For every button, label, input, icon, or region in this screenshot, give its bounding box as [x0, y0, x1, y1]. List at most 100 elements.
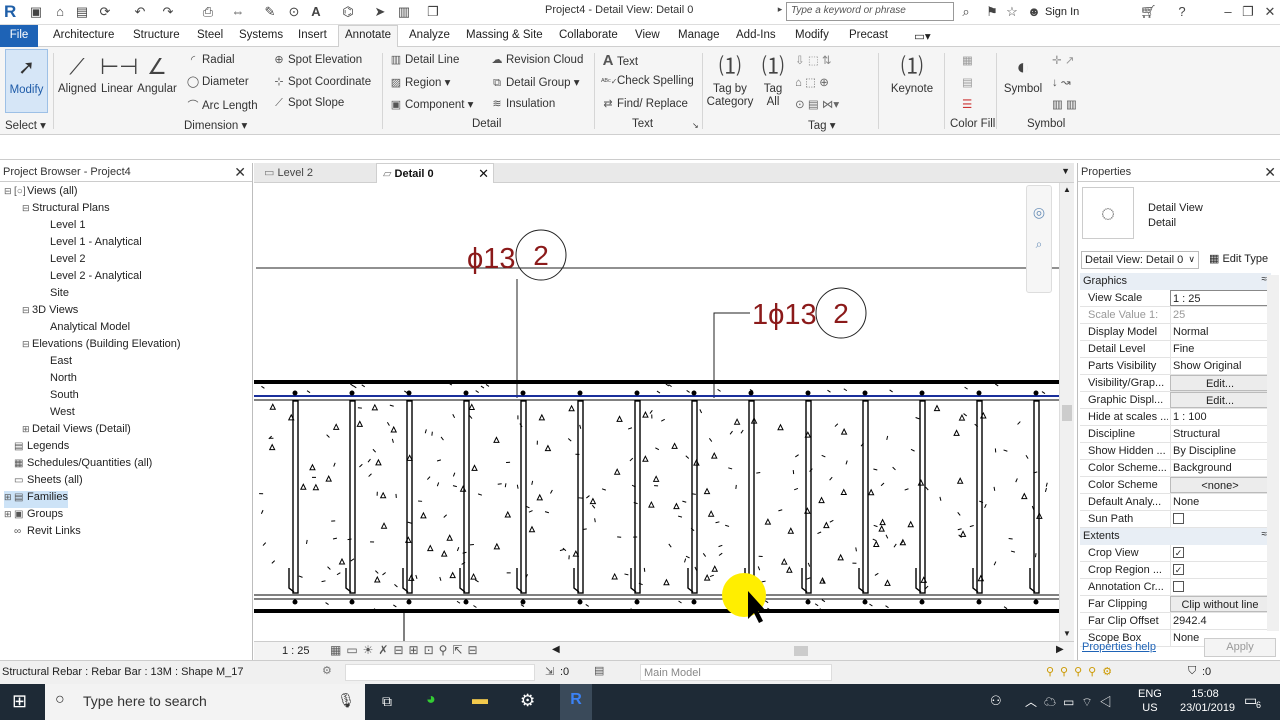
close-icon[interactable]: ✕ — [234, 164, 246, 181]
scroll-thumb[interactable] — [1062, 405, 1072, 421]
browser-item-structural-plans[interactable]: ⊟ Structural Plans — [22, 202, 110, 219]
save-icon[interactable]: ▤ — [74, 4, 90, 20]
property-value[interactable] — [1170, 511, 1270, 527]
clock[interactable]: 15:08 23/01/2019 — [1180, 687, 1235, 715]
property-value[interactable]: Clip without line — [1170, 596, 1270, 612]
property-value[interactable]: ✓ — [1170, 545, 1270, 561]
property-value[interactable]: Edit... — [1170, 392, 1270, 408]
zoom-icon[interactable]: ⌕ — [1027, 237, 1051, 252]
main-model-dropdown[interactable]: Main Model — [640, 664, 832, 681]
task-view-icon[interactable]: ⧉ — [382, 693, 392, 710]
property-value[interactable]: Show Original — [1170, 358, 1270, 374]
section-graphics[interactable]: Graphics ≈ — [1080, 273, 1271, 290]
expand-icon[interactable]: ⊞ — [4, 509, 14, 520]
steering-wheel-icon[interactable]: ◎ — [1027, 204, 1051, 221]
aligned-dimension-icon[interactable]: ✎ — [262, 4, 278, 20]
properties-help-link[interactable]: Properties help — [1082, 641, 1156, 653]
navigation-bar[interactable]: ◎ ⌕ — [1026, 185, 1052, 293]
browser-item-west[interactable]: West — [46, 406, 75, 423]
aligned-dimension-button[interactable]: ⟋ Aligned — [58, 51, 96, 95]
insulation-button[interactable]: ≋ Insulation — [490, 97, 555, 110]
region-button[interactable]: ▨ Region ▾ — [389, 75, 451, 89]
property-value[interactable]: None — [1170, 494, 1270, 510]
property-value[interactable]: 1 : 100 — [1170, 409, 1270, 425]
microphone-icon[interactable]: 🎙︎ — [337, 692, 355, 709]
tab-insert[interactable]: Insert — [298, 29, 327, 41]
people-icon[interactable]: ⚇ — [990, 693, 1002, 709]
sync-icon[interactable]: ⟳ — [97, 4, 113, 20]
detail-group-button[interactable]: ⧉ Detail Group ▾ — [490, 75, 579, 90]
vertical-scrollbar[interactable]: ▲ ▼ — [1059, 183, 1074, 641]
cart-icon[interactable]: 🛒︎ — [1140, 4, 1157, 20]
spot-slope-button[interactable]: ⟋ Spot Slope — [272, 97, 344, 110]
revit-taskbar-icon[interactable]: R — [560, 684, 592, 720]
scroll-down-icon[interactable]: ▼ — [1063, 629, 1071, 638]
dimension-panel-label[interactable]: Dimension ▾ — [184, 118, 247, 132]
system-tray-icons[interactable]: ︿☁▭⌔◁ — [1025, 693, 1119, 710]
chrome-icon[interactable]: ◕ — [426, 691, 436, 709]
apply-button[interactable]: Apply — [1204, 638, 1276, 657]
browser-item-level-1[interactable]: Level 1 — [46, 219, 85, 236]
subscription-icon[interactable]: ⚑ — [984, 4, 1000, 20]
tab-precast[interactable]: Precast — [849, 29, 888, 41]
tab-annotate[interactable]: Annotate — [338, 25, 399, 48]
text-button[interactable]: A Text — [601, 52, 639, 69]
close-icon[interactable]: ✕ — [478, 166, 489, 182]
keynote-button[interactable]: ⑴ Keynote — [889, 51, 935, 95]
editable-icon[interactable]: ⇲ — [545, 665, 554, 678]
angular-dimension-button[interactable]: ∠ Angular — [136, 51, 178, 95]
diameter-button[interactable]: ◯ Diameter — [186, 75, 249, 88]
scroll-left-icon[interactable]: ◀ — [552, 644, 560, 655]
property-value[interactable]: Fine — [1170, 341, 1270, 357]
user-icon[interactable]: ☻ — [1026, 4, 1042, 19]
tag-tools-row3[interactable]: ⊙ ▤ ⋈▾ — [795, 97, 839, 111]
help-search-input[interactable]: Type a keyword or phrase — [786, 2, 954, 21]
expand-icon[interactable]: ⊞ — [22, 424, 32, 435]
tab-add-ins[interactable]: Add-Ins — [736, 29, 776, 41]
edit-type-button[interactable]: ▦ Edit Type — [1209, 252, 1268, 265]
worksharing-icon[interactable]: ⚙ — [322, 664, 332, 677]
close-icon[interactable]: ✕ — [1262, 4, 1278, 20]
tab-analyze[interactable]: Analyze — [409, 29, 450, 41]
open-icon[interactable]: ⌂ — [52, 4, 68, 19]
tab-steel[interactable]: Steel — [197, 29, 223, 41]
redo-icon[interactable]: ↷ — [160, 4, 176, 20]
checked-checkbox-icon[interactable]: ✓ — [1173, 564, 1184, 575]
property-value[interactable]: 2942.4 — [1170, 613, 1270, 629]
collapse-icon[interactable]: ⊟ — [22, 203, 32, 214]
tab-file[interactable]: File — [0, 25, 38, 47]
component-button[interactable]: ▣ Component ▾ — [389, 97, 474, 111]
maximize-icon[interactable]: ❐ — [1240, 4, 1256, 20]
scroll-up-icon[interactable]: ▲ — [1063, 185, 1071, 194]
property-value[interactable]: Background — [1170, 460, 1270, 476]
tag-icon[interactable]: ⊙ — [286, 4, 302, 20]
browser-item-detail-views-detail[interactable]: ⊞ Detail Views (Detail) — [22, 423, 131, 440]
spot-coordinate-button[interactable]: ⊹ Spot Coordinate — [272, 75, 371, 88]
view-tab-detail-0[interactable]: ▱ Detail 0 ✕ — [376, 163, 494, 183]
arc-length-button[interactable]: ⌒ Arc Length — [186, 97, 258, 113]
help-icon[interactable]: ? — [1174, 4, 1190, 19]
tab-structure[interactable]: Structure — [133, 29, 180, 41]
file-explorer-icon[interactable]: ▬ — [472, 691, 488, 709]
symbol-button[interactable]: ◐ Symbol — [1000, 51, 1046, 95]
properties-scrollbar[interactable] — [1267, 275, 1279, 631]
browser-item-site[interactable]: Site — [46, 287, 69, 304]
section-icon[interactable]: ➤ — [372, 4, 388, 20]
browser-item-3d-views[interactable]: ⊟ 3D Views — [22, 304, 78, 321]
minimize-icon[interactable]: – — [1220, 4, 1236, 19]
property-value[interactable]: By Discipline — [1170, 443, 1270, 459]
browser-item-elevations-building-elevation[interactable]: ⊟ Elevations (Building Elevation) — [22, 338, 181, 355]
binoculars-icon[interactable]: ⌕ — [958, 4, 974, 20]
selection-filter-icons[interactable]: ⚲⚲⚲⚲⚙ — [1046, 665, 1118, 678]
property-value[interactable]: <none> — [1170, 477, 1270, 493]
browser-item-families[interactable]: ⊞ ▤ Families — [4, 491, 68, 508]
browser-item-sheets-all[interactable]: ▭ Sheets (all) — [4, 474, 83, 491]
detail-line-button[interactable]: ▥ Detail Line — [389, 53, 460, 66]
find-replace-button[interactable]: ⇄ Find/ Replace — [601, 97, 688, 110]
scroll-right-icon[interactable]: ▶ — [1056, 644, 1064, 655]
color-fill-legend-button[interactable]: ▦ — [962, 53, 973, 67]
property-value[interactable]: Normal — [1170, 324, 1270, 340]
span-direction-button[interactable]: ✛ ↗ — [1052, 53, 1074, 67]
pipe-legend-button[interactable]: ☰ — [962, 97, 972, 111]
section-extents[interactable]: Extents ≈ — [1080, 528, 1271, 545]
